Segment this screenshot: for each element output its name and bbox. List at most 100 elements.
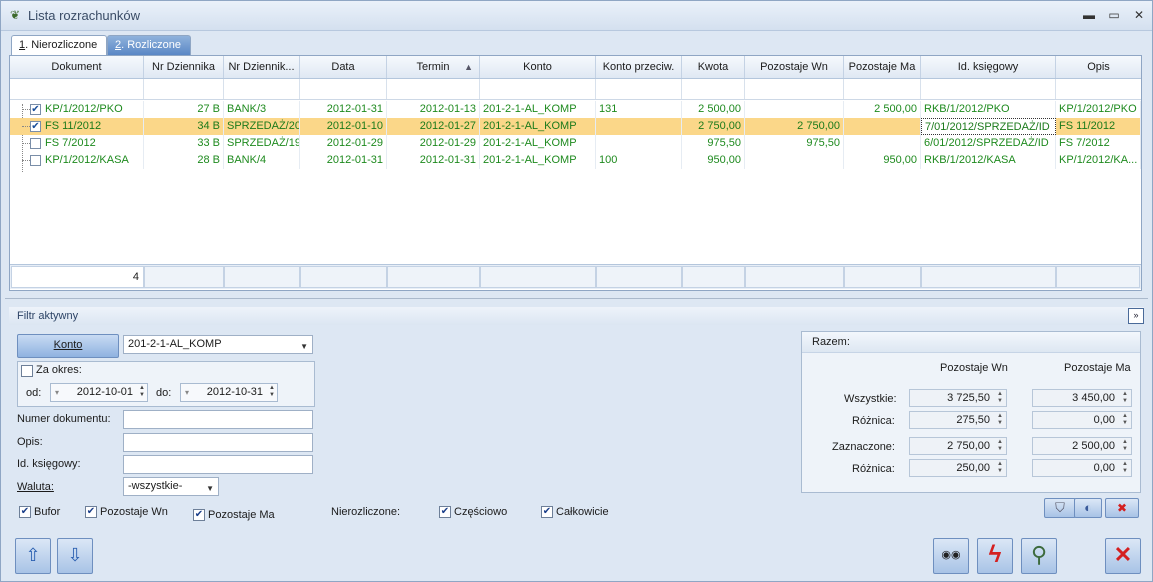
razem-panel: Razem: Pozostaje Wn Pozostaje Ma Wszystk… — [801, 331, 1141, 493]
razem-col-ma: Pozostaje Ma — [1064, 362, 1131, 374]
col-data[interactable]: Data — [300, 56, 387, 78]
clear-filter-icon[interactable]: ✖ — [1105, 498, 1139, 518]
numer-dokumentu-input[interactable] — [123, 410, 313, 429]
roznica-zaznaczone-wn-field[interactable]: 250,00 ▲ ▼ — [909, 459, 1007, 477]
settle-button[interactable]: ϟ — [977, 538, 1013, 574]
waluta-value: -wszystkie- — [128, 480, 183, 492]
czesciowo-checkbox[interactable]: ✔ — [439, 506, 451, 518]
razem-title: Razem: — [812, 336, 850, 348]
move-down-button[interactable]: ⇩ — [57, 538, 93, 574]
table-row[interactable]: ✔ KP/1/2012/PKO 27 B BANK/3 2012-01-31 2… — [10, 101, 1141, 118]
spin-icon[interactable]: ▲ ▼ — [997, 391, 1003, 405]
chevron-down-icon: ▼ — [206, 484, 214, 493]
calkowicie-checkbox[interactable]: ✔ — [541, 506, 553, 518]
row-checkbox[interactable]: ✔ — [30, 104, 41, 115]
waluta-select[interactable]: -wszystkie- ▼ — [123, 477, 219, 496]
close-button[interactable]: ✕ — [1129, 6, 1149, 24]
cancel-button[interactable]: ✕ — [1105, 538, 1141, 574]
zaznaczone-ma-field[interactable]: 2 500,00 ▲ ▼ — [1032, 437, 1132, 455]
cell-nr-dziennika: 33 B — [144, 135, 224, 152]
wszystkie-wn-field[interactable]: 3 725,50 ▲ ▼ — [909, 389, 1007, 407]
spin-icon[interactable]: ▲ ▼ — [1122, 413, 1128, 427]
spin-icon[interactable]: ▲ ▼ — [139, 385, 145, 399]
konto-button-label: Konto — [53, 339, 83, 351]
cancel-icon: ✕ — [1113, 542, 1133, 567]
collapse-filter-button[interactable]: » — [1128, 308, 1144, 324]
roznica-zaznaczone-ma-field[interactable]: 0,00 ▲ ▼ — [1032, 459, 1132, 477]
pozostaje-ma-checkbox[interactable]: ✔ — [193, 509, 205, 521]
spin-icon[interactable]: ▲ ▼ — [997, 461, 1003, 475]
splitter[interactable] — [5, 298, 1148, 299]
col-opis[interactable]: Opis — [1056, 56, 1141, 78]
table-row-selected[interactable]: ✔ FS 11/2012 34 B SPRZEDAŻ/20 2012-01-10… — [10, 118, 1141, 135]
spin-icon[interactable]: ▲ ▼ — [997, 439, 1003, 453]
cell-konto-przeciw — [596, 118, 682, 135]
za-okres-checkbox[interactable] — [21, 365, 33, 377]
konto-button[interactable]: Konto — [17, 334, 119, 358]
zaznaczone-wn-field[interactable]: 2 750,00 ▲ ▼ — [909, 437, 1007, 455]
cell-konto: 201-2-1-AL_KOMP — [480, 152, 596, 169]
col-pozostaje-ma[interactable]: Pozostaje Ma — [844, 56, 921, 78]
opis-input[interactable] — [123, 433, 313, 452]
roznica-ma-field[interactable]: 0,00 ▲ ▼ — [1032, 411, 1132, 429]
cell-termin: 2012-01-29 — [387, 135, 480, 152]
row-checkbox[interactable] — [30, 155, 41, 166]
col-termin[interactable]: Termin ▲ — [387, 56, 480, 78]
col-id-ksiegowy[interactable]: Id. księgowy — [921, 56, 1056, 78]
date-from-field[interactable]: ▾ 2012-10-01 ▲ ▼ — [50, 383, 148, 402]
cell-data: 2012-01-10 — [300, 118, 387, 135]
cell-nr-dziennika-2: SPRZEDAŻ/19 — [224, 135, 300, 152]
cell-id-ksiegowy-focused[interactable]: 7/01/2012/SPRZEDAŻ/ID — [921, 118, 1056, 135]
cell-nr-dziennika: 34 B — [144, 118, 224, 135]
tab-label: . Rozliczone — [121, 39, 182, 51]
bufor-checkbox[interactable]: ✔ — [19, 506, 31, 518]
row-checkbox[interactable]: ✔ — [30, 121, 41, 132]
spin-icon[interactable]: ▲ ▼ — [1122, 461, 1128, 475]
col-kwota[interactable]: Kwota — [682, 56, 745, 78]
date-to-field[interactable]: ▾ 2012-10-31 ▲ ▼ — [180, 383, 278, 402]
date-from-value: 2012-10-01 — [76, 386, 133, 398]
bufor-label: Bufor — [34, 506, 61, 518]
col-nr-dziennika-2[interactable]: Nr Dziennik... — [224, 56, 300, 78]
minimize-button[interactable]: ▬ — [1079, 6, 1099, 24]
pozostaje-wn-label: Pozostaje Wn — [100, 506, 168, 518]
grid-filter-row[interactable] — [10, 79, 1141, 100]
col-konto-przeciw[interactable]: Konto przeciw. — [596, 56, 682, 78]
search-button[interactable]: ⚲ — [1021, 538, 1057, 574]
maximize-button[interactable]: ▭ — [1104, 6, 1124, 24]
razem-col-wn: Pozostaje Wn — [940, 362, 1008, 374]
filter-header-label: Filtr aktywny — [17, 310, 79, 322]
col-nr-dziennika[interactable]: Nr Dziennika — [144, 56, 224, 78]
tab-rozliczone[interactable]: 2. Rozliczone — [107, 35, 191, 55]
roznica-wn-field[interactable]: 275,50 ▲ ▼ — [909, 411, 1007, 429]
spin-icon[interactable]: ▲ ▼ — [269, 385, 275, 399]
cell-dokument: KP/1/2012/PKO — [42, 101, 144, 118]
table-row[interactable]: KP/1/2012/KASA 28 B BANK/4 2012-01-31 20… — [10, 152, 1141, 169]
cell-termin: 2012-01-31 — [387, 152, 480, 169]
move-up-button[interactable]: ⇧ — [15, 538, 51, 574]
konto-value: 201-2-1-AL_KOMP — [128, 338, 222, 350]
cell-opis: FS 7/2012 — [1056, 135, 1141, 152]
cell-id-ksiegowy: 6/01/2012/SPRZEDAŻ/ID — [921, 135, 1056, 152]
filter-header: Filtr aktywny » — [9, 307, 1144, 325]
filter-icon[interactable]: ⛉ — [1044, 498, 1076, 518]
cell-kwota: 975,50 — [682, 135, 745, 152]
preview-button[interactable]: ◉◉ — [933, 538, 969, 574]
col-dokument[interactable]: Dokument — [10, 56, 144, 78]
tab-nierozliczone[interactable]: 1. Nierozliczone — [11, 35, 107, 56]
row-checkbox[interactable] — [30, 138, 41, 149]
col-pozostaje-wn[interactable]: Pozostaje Wn — [745, 56, 844, 78]
od-label: od: — [26, 387, 42, 399]
spin-icon[interactable]: ▲ ▼ — [997, 413, 1003, 427]
eraser-icon[interactable]: ◐ — [1074, 498, 1102, 518]
wszystkie-ma-field[interactable]: 3 450,00 ▲ ▼ — [1032, 389, 1132, 407]
spin-icon[interactable]: ▲ ▼ — [1122, 391, 1128, 405]
konto-select[interactable]: 201-2-1-AL_KOMP ▼ — [123, 335, 313, 354]
spin-icon[interactable]: ▲ ▼ — [1122, 439, 1128, 453]
chevron-down-icon: ▼ — [300, 342, 308, 351]
id-ksiegowy-input[interactable] — [123, 455, 313, 474]
col-konto[interactable]: Konto — [480, 56, 596, 78]
table-row[interactable]: FS 7/2012 33 B SPRZEDAŻ/19 2012-01-29 20… — [10, 135, 1141, 152]
id-ksiegowy-label: Id. księgowy: — [17, 458, 81, 470]
pozostaje-wn-checkbox[interactable]: ✔ — [85, 506, 97, 518]
